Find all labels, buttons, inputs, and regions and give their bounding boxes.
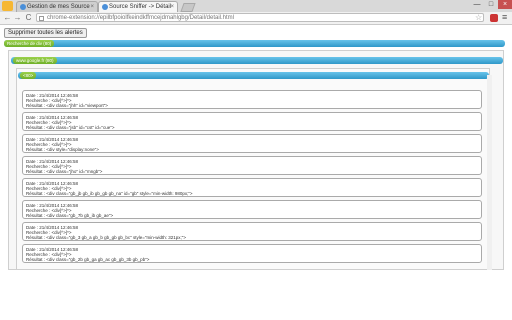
url-text: chrome-extension://epilbfpoiolfkeindkffm… bbox=[47, 15, 234, 21]
delete-all-alerts-button[interactable]: Supprimer toutes les alertes bbox=[4, 28, 87, 38]
list-item: Date : 21/4/2014 12:46:58 Recherche : <d… bbox=[22, 222, 482, 241]
extension-icon[interactable] bbox=[490, 14, 498, 22]
search-group-badge[interactable]: Recherche de div (80) bbox=[4, 40, 55, 47]
scrollbar[interactable] bbox=[487, 75, 492, 270]
reload-button[interactable]: C bbox=[24, 13, 33, 22]
tab-title: Gestion de mes Source bbox=[27, 4, 90, 10]
list-item: Date : 21/4/2014 12:46:58 Recherche : <d… bbox=[22, 90, 482, 109]
tag-group-badge[interactable]: <80> bbox=[20, 72, 37, 79]
close-icon[interactable]: × bbox=[170, 2, 174, 12]
tag-group-bar[interactable] bbox=[18, 72, 489, 79]
list-item: Date : 21/4/2014 12:46:58 Recherche : <d… bbox=[22, 178, 482, 197]
search-group-bar[interactable] bbox=[4, 40, 505, 47]
tab-title: Source Sniffer -> Détail bbox=[109, 4, 172, 10]
tab-source-sniffer[interactable]: Source Sniffer -> Détail × bbox=[98, 1, 178, 12]
back-button[interactable]: ← bbox=[3, 13, 12, 22]
browser-toolbar: ← → C chrome-extension://epilbfpoiolfkei… bbox=[0, 12, 512, 25]
entry-result: Résultat : <div class="jhh" id="viewport… bbox=[26, 103, 108, 108]
star-icon[interactable]: ☆ bbox=[475, 13, 482, 22]
new-tab-button[interactable] bbox=[180, 3, 196, 12]
entry-result: Résultat : <div class="jsb" id="cst" id=… bbox=[26, 125, 115, 130]
tab-strip: Gestion de mes Source × Source Sniffer -… bbox=[0, 0, 512, 12]
close-icon[interactable]: × bbox=[90, 2, 94, 12]
list-item: Date : 21/4/2014 12:46:58 Recherche : <d… bbox=[22, 244, 482, 263]
page-icon bbox=[102, 4, 108, 10]
entry-result: Résultat : <div style="display:none"> bbox=[26, 147, 99, 152]
minimize-button[interactable]: — bbox=[470, 0, 484, 9]
page-icon bbox=[39, 16, 44, 21]
list-item: Date : 21/4/2014 12:46:58 Recherche : <d… bbox=[22, 156, 482, 175]
entry-result: Résultat : <div class="jho" id="mngb"> bbox=[26, 169, 103, 174]
site-group-badge[interactable]: www.google.fr (80) bbox=[13, 57, 57, 64]
entry-result: Résultat : <div class="gb_2b gb_ga gb_ac… bbox=[26, 257, 150, 262]
entry-result: Résultat : <div class="gb_jb gb_ib gb_gb… bbox=[26, 191, 193, 196]
menu-icon[interactable]: ≡ bbox=[502, 12, 507, 22]
list-item: Date : 21/4/2014 12:46:58 Recherche : <d… bbox=[22, 134, 482, 153]
app-launcher-icon[interactable] bbox=[2, 1, 13, 11]
maximize-button[interactable]: □ bbox=[484, 0, 498, 9]
list-item: Date : 21/4/2014 12:46:58 Recherche : <d… bbox=[22, 112, 482, 131]
forward-button[interactable]: → bbox=[13, 13, 22, 22]
address-bar[interactable]: chrome-extension://epilbfpoiolfkeindkffm… bbox=[36, 13, 484, 22]
entry-result: Résultat : <div class="gb_7b gb_ib gb_ae… bbox=[26, 213, 114, 218]
close-window-button[interactable]: × bbox=[498, 0, 512, 9]
page-icon bbox=[20, 4, 26, 10]
entry-result: Résultat : <div class="gb_3 gb_a gb_b gb… bbox=[26, 235, 186, 240]
list-item: Date : 21/4/2014 12:46:58 Recherche : <d… bbox=[22, 200, 482, 219]
site-group-bar[interactable] bbox=[11, 57, 503, 64]
tab-gestion-sources[interactable]: Gestion de mes Source × bbox=[16, 1, 98, 12]
